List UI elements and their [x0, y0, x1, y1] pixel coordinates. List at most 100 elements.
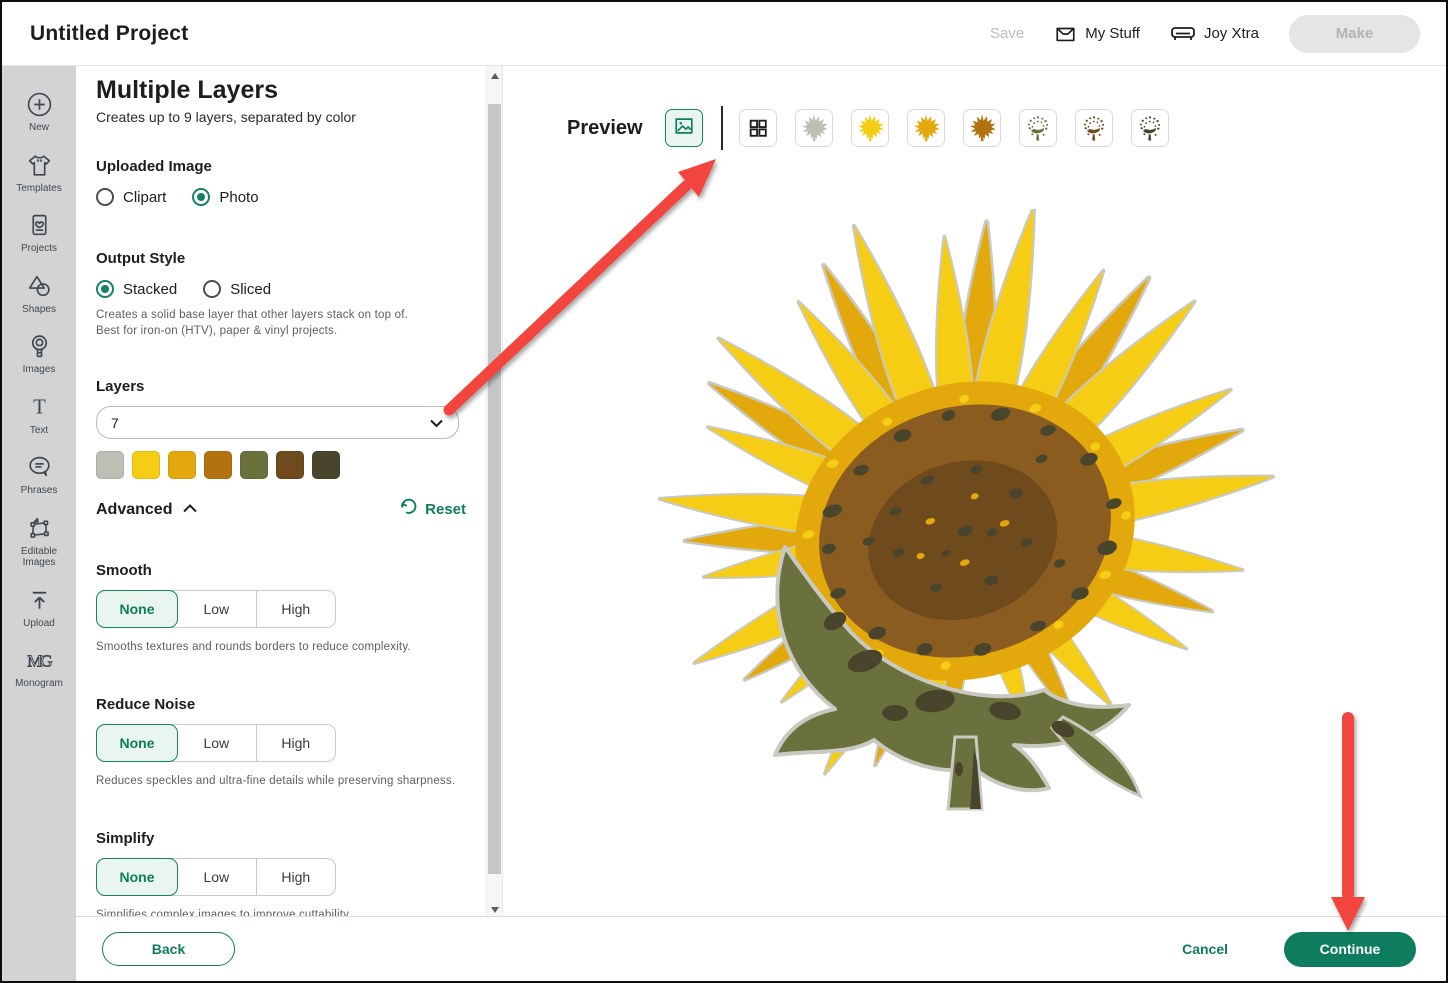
- smooth-label: Smooth: [96, 562, 152, 579]
- layers-count-select[interactable]: 7: [96, 406, 459, 439]
- reduce-noise-label: Reduce Noise: [96, 696, 196, 713]
- reduce-noise-segmented-control: None Low High: [96, 724, 466, 762]
- my-stuff-button[interactable]: My Stuff: [1054, 23, 1140, 45]
- uploaded-image-radio-group: Clipart Photo: [96, 188, 466, 206]
- layer-swatch[interactable]: [204, 451, 232, 479]
- sidebar-item-editable-images[interactable]: Editable Images: [2, 506, 76, 578]
- radio-stacked[interactable]: Stacked: [96, 280, 177, 298]
- sidebar-item-shapes[interactable]: Shapes: [2, 264, 76, 325]
- top-bar: Untitled Project Save My Stuff Joy Xtra: [2, 2, 1446, 66]
- speech-bubble-icon: [26, 454, 53, 481]
- sidebar-item-upload[interactable]: Upload: [2, 578, 76, 639]
- save-button[interactable]: Save: [990, 25, 1024, 42]
- reduce-noise-none-button[interactable]: None: [96, 724, 179, 762]
- output-style-label: Output Style: [96, 250, 186, 267]
- machine-selector[interactable]: Joy Xtra: [1170, 23, 1259, 45]
- uploaded-image-label: Uploaded Image: [96, 158, 212, 175]
- make-button[interactable]: Make: [1289, 14, 1420, 53]
- card-heart-icon: [26, 212, 53, 239]
- reduce-noise-low-button[interactable]: Low: [177, 725, 257, 761]
- radio-photo-circle[interactable]: [192, 188, 211, 206]
- preview-all-layers-button[interactable]: [738, 109, 777, 147]
- toolbar-divider: [720, 106, 723, 150]
- radio-clipart-circle[interactable]: [96, 188, 114, 206]
- layer-swatch[interactable]: [132, 451, 160, 479]
- preview-toolbar: Preview: [567, 106, 1169, 150]
- layer-thumbnail-7[interactable]: [1130, 109, 1169, 147]
- upload-arrow-icon: [26, 587, 53, 614]
- vector-nodes-icon: [26, 515, 53, 542]
- sidebar-item-text[interactable]: T Text: [2, 385, 76, 446]
- triangle-circle-icon: [26, 273, 53, 300]
- reduce-noise-description: Reduces speckles and ultra-fine details …: [96, 775, 456, 787]
- preview-area: Preview: [502, 66, 1446, 920]
- cutting-machine-icon: [1170, 23, 1196, 45]
- layer-thumbnail-2[interactable]: [850, 109, 889, 147]
- layer-thumbnail-4[interactable]: [962, 109, 1001, 147]
- layer-thumbnail-5[interactable]: [1018, 109, 1057, 147]
- scrollbar-thumb[interactable]: [488, 104, 501, 874]
- undo-icon: [399, 498, 418, 521]
- radio-sliced[interactable]: Sliced: [203, 280, 271, 298]
- monogram-mg-icon: MG: [24, 647, 54, 674]
- reset-button[interactable]: Reset: [399, 498, 466, 521]
- simplify-label: Simplify: [96, 830, 155, 847]
- layer-thumbnails: [738, 109, 1169, 147]
- layer-swatch[interactable]: [276, 451, 304, 479]
- panel-scrollbar[interactable]: [486, 66, 502, 920]
- layer-color-swatches: [96, 451, 466, 479]
- left-sidebar: New Templates Projects Shapes Images T T…: [2, 66, 76, 981]
- chevron-up-icon[interactable]: [182, 501, 198, 519]
- smooth-none-button[interactable]: None: [96, 590, 179, 628]
- simplify-none-button[interactable]: None: [96, 858, 179, 896]
- sidebar-item-phrases[interactable]: Phrases: [2, 445, 76, 506]
- advanced-row: Advanced Reset: [96, 498, 466, 521]
- simplify-low-button[interactable]: Low: [177, 859, 257, 895]
- panel-subtitle: Creates up to 9 layers, separated by col…: [96, 109, 356, 125]
- svg-text:MG: MG: [27, 652, 52, 671]
- radio-sliced-circle[interactable]: [203, 280, 222, 298]
- layer-thumbnail-6[interactable]: [1074, 109, 1113, 147]
- balloon-icon: [26, 333, 53, 360]
- sidebar-item-new[interactable]: New: [2, 82, 76, 143]
- reduce-noise-high-button[interactable]: High: [257, 725, 335, 761]
- multiple-layers-panel: Multiple Layers Creates up to 9 layers, …: [76, 66, 502, 921]
- smooth-high-button[interactable]: High: [257, 591, 335, 627]
- radio-stacked-circle[interactable]: [96, 280, 114, 298]
- smooth-segmented-control: None Low High: [96, 590, 466, 628]
- layer-swatch[interactable]: [168, 451, 196, 479]
- project-title: Untitled Project: [30, 21, 189, 45]
- grid-icon: [747, 117, 769, 139]
- radio-photo[interactable]: Photo: [192, 188, 259, 206]
- layer-swatch[interactable]: [312, 451, 340, 479]
- layer-thumbnail-1[interactable]: [794, 109, 833, 147]
- back-button[interactable]: Back: [102, 932, 235, 966]
- advanced-toggle[interactable]: Advanced: [96, 501, 172, 519]
- layers-count-value: 7: [111, 414, 119, 431]
- layer-swatch[interactable]: [96, 451, 124, 479]
- scroll-up-arrow-icon[interactable]: [487, 68, 502, 84]
- sidebar-item-images[interactable]: Images: [2, 324, 76, 385]
- sidebar-item-templates[interactable]: Templates: [2, 143, 76, 204]
- output-style-radio-group: Stacked Sliced: [96, 280, 466, 298]
- sidebar-item-monogram[interactable]: MG Monogram: [2, 638, 76, 699]
- chevron-down-icon: [429, 415, 444, 431]
- preview-image-view-button[interactable]: [664, 109, 703, 147]
- app-window: Untitled Project Save My Stuff Joy Xtra: [0, 0, 1448, 983]
- layer-thumbnail-3[interactable]: [906, 109, 945, 147]
- cancel-button[interactable]: Cancel: [1182, 941, 1228, 957]
- simplify-high-button[interactable]: High: [257, 859, 335, 895]
- footer-bar: Back Cancel Continue: [76, 916, 1446, 981]
- radio-clipart[interactable]: Clipart: [96, 188, 166, 206]
- smooth-low-button[interactable]: Low: [177, 591, 257, 627]
- output-style-description: Creates a solid base layer that other la…: [96, 309, 408, 337]
- smooth-description: Smooths textures and rounds borders to r…: [96, 641, 411, 653]
- preview-label: Preview: [567, 116, 643, 139]
- layer-swatch[interactable]: [240, 451, 268, 479]
- sidebar-item-projects[interactable]: Projects: [2, 203, 76, 264]
- letter-t-icon: T: [26, 394, 53, 421]
- sunflower-preview-image: [633, 209, 1315, 811]
- layers-label: Layers: [96, 378, 145, 395]
- svg-text:T: T: [33, 396, 46, 418]
- continue-button[interactable]: Continue: [1284, 931, 1416, 967]
